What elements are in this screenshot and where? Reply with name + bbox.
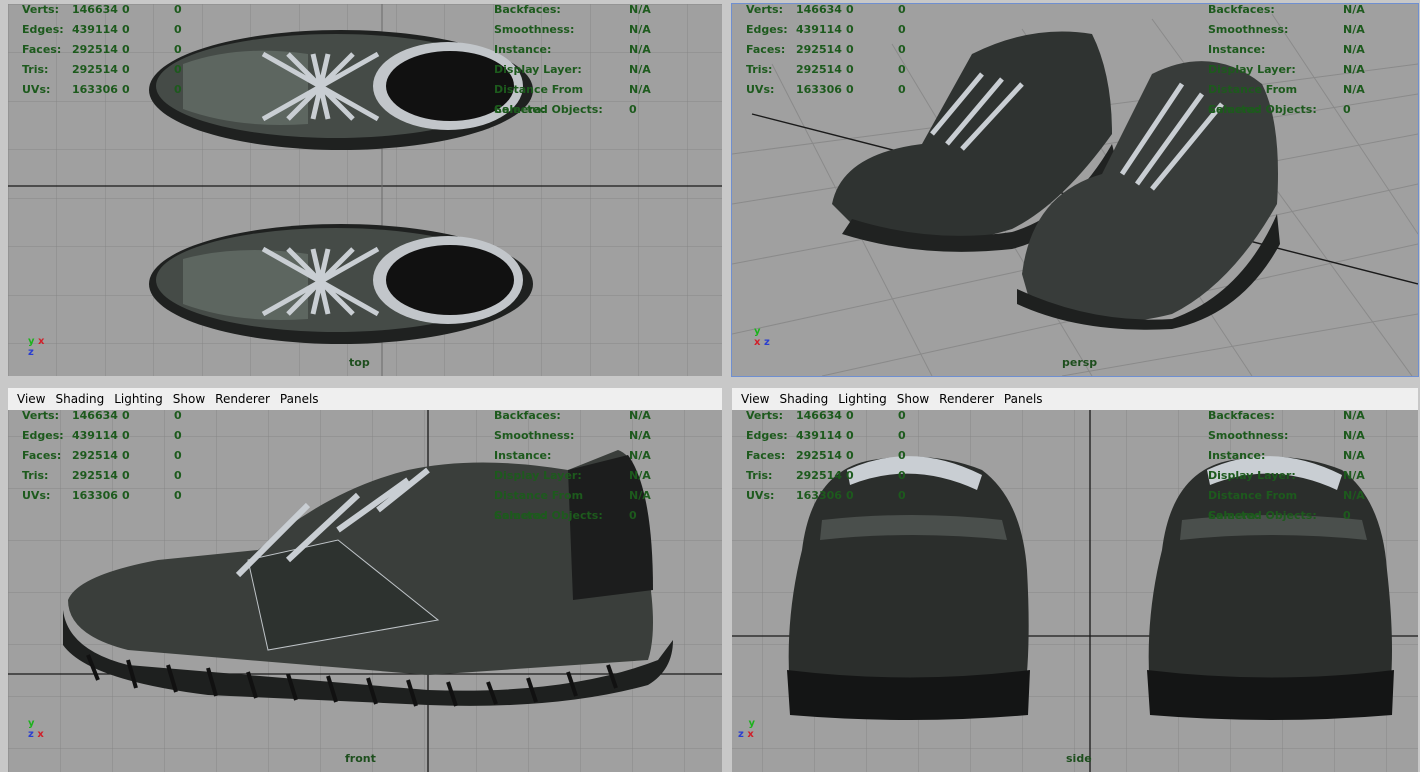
stat-edges: Edges: 439114 0 0 bbox=[22, 23, 182, 36]
menu-show[interactable]: Show bbox=[173, 392, 205, 406]
camera-label: front bbox=[345, 752, 376, 765]
camera-label: side bbox=[1066, 752, 1092, 765]
poly-stats: Verts: 146634 0 0 Edges: 439114 0 0 Faces: 2925… bbox=[22, 4, 194, 100]
viewport-persp[interactable]: Verts: 146634 0 0 Edges: 439114 0 0 Faces: 2925… bbox=[731, 3, 1419, 377]
poly-stats: Verts: 146634 0 0 Edges: 439114 0 0 Faces: 2925… bbox=[746, 4, 906, 96]
menu-panels[interactable]: Panels bbox=[280, 392, 319, 406]
menu-shading[interactable]: Shading bbox=[55, 392, 104, 406]
axis-gizmo: y x z bbox=[28, 336, 45, 358]
poly-stats: Verts: 146634 0 0 Edges: 439114 0 0 Faces: 2925… bbox=[746, 409, 906, 502]
object-info: Backfaces: N/A Smoothness: N/A Instance: N/… bbox=[1208, 4, 1365, 116]
menu-view[interactable]: View bbox=[17, 392, 45, 406]
viewport-front[interactable]: View Shading Lighting Show Renderer Pane… bbox=[8, 388, 722, 772]
menu-renderer[interactable]: Renderer bbox=[939, 392, 994, 406]
poly-stats: Verts: 146634 0 0 Edges: 439114 0 0 Faces: 2925… bbox=[22, 409, 182, 502]
shoe-top-view-upper bbox=[149, 30, 533, 150]
menu-panels[interactable]: Panels bbox=[1004, 392, 1043, 406]
object-info: Backfaces: N/A Smoothness: N/A Instance: N/… bbox=[1208, 409, 1365, 522]
stat-faces: Faces: 292514 0 0 bbox=[22, 43, 182, 56]
menu-show[interactable]: Show bbox=[897, 392, 929, 406]
menu-lighting[interactable]: Lighting bbox=[838, 392, 887, 406]
viewport-side[interactable]: View Shading Lighting Show Renderer Pane… bbox=[732, 388, 1418, 772]
axis-gizmo: y z x bbox=[738, 718, 755, 740]
axis-gizmo: y z x bbox=[28, 718, 44, 740]
menu-lighting[interactable]: Lighting bbox=[114, 392, 163, 406]
stat-uvs: UVs: 163306 0 0 bbox=[22, 83, 182, 96]
shoe-top-view-lower bbox=[149, 224, 533, 344]
menu-renderer[interactable]: Renderer bbox=[215, 392, 270, 406]
camera-label: top bbox=[349, 356, 370, 369]
menu-shading[interactable]: Shading bbox=[779, 392, 828, 406]
axis-gizmo: y x z bbox=[754, 326, 770, 348]
object-info: Backfaces: N/A Smoothness: N/A Instance: N/… bbox=[494, 409, 651, 522]
viewport-top[interactable]: Verts: 146634 0 0 Edges: 439114 0 0 Faces: 2925… bbox=[8, 4, 722, 376]
camera-label: persp bbox=[1062, 356, 1098, 369]
stat-tris: Tris: 292514 0 0 bbox=[22, 63, 182, 76]
object-info: Backfaces: N/A Smoothness: N/A Instance: N/… bbox=[494, 4, 651, 116]
menu-view[interactable]: View bbox=[741, 392, 769, 406]
stat-verts: Verts: 146634 0 0 bbox=[22, 4, 182, 16]
